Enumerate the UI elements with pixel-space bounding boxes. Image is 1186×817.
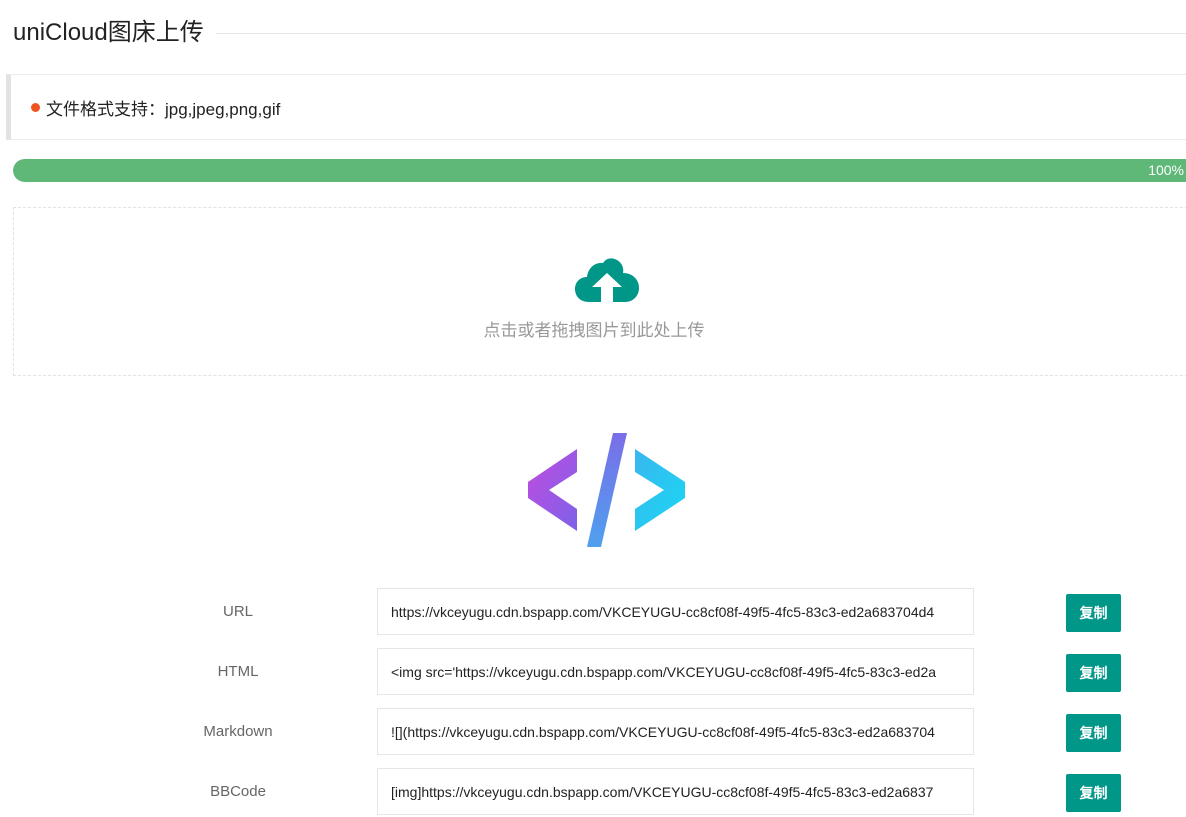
copy-url-button[interactable]: 复制	[1066, 594, 1121, 632]
url-field[interactable]	[377, 588, 974, 635]
upload-drop-zone[interactable]: 点击或者拖拽图片到此处上传	[13, 207, 1186, 376]
link-row-url: URL 复制	[0, 588, 1186, 636]
copy-html-button[interactable]: 复制	[1066, 654, 1121, 692]
upload-hint: 点击或者拖拽图片到此处上传	[483, 321, 705, 340]
url-label: URL	[222, 603, 253, 620]
page-title: uniCloud图床上传	[13, 19, 204, 46]
cloud-upload-icon	[575, 258, 639, 302]
bbcode-field[interactable]	[377, 768, 974, 815]
markdown-label: Markdown	[203, 723, 273, 740]
title-divider	[215, 32, 1186, 34]
copy-markdown-button[interactable]: 复制	[1066, 714, 1121, 752]
markdown-field[interactable]	[377, 708, 974, 755]
copy-bbcode-button[interactable]: 复制	[1066, 774, 1121, 812]
format-notice-text: 文件格式支持：jpg,jpeg,png,gif	[46, 99, 281, 119]
progress-label: 100%	[1148, 162, 1184, 178]
html-field[interactable]	[377, 648, 974, 695]
bbcode-label: BBCode	[210, 783, 266, 800]
title-bar: uniCloud图床上传	[13, 17, 1186, 49]
progress-fill: 100%	[13, 159, 1186, 182]
format-notice: 文件格式支持：jpg,jpeg,png,gif	[6, 74, 1186, 140]
link-row-html: HTML 复制	[0, 648, 1186, 696]
link-row-bbcode: BBCode 复制	[0, 768, 1186, 816]
bullet-dot-icon	[31, 102, 40, 112]
code-icon	[528, 433, 685, 547]
page: uniCloud图床上传 文件格式支持：jpg,jpeg,png,gif 100…	[0, 0, 1186, 817]
html-label: HTML	[217, 663, 259, 680]
upload-progress-bar: 100%	[13, 159, 1186, 182]
link-row-markdown: Markdown 复制	[0, 708, 1186, 756]
